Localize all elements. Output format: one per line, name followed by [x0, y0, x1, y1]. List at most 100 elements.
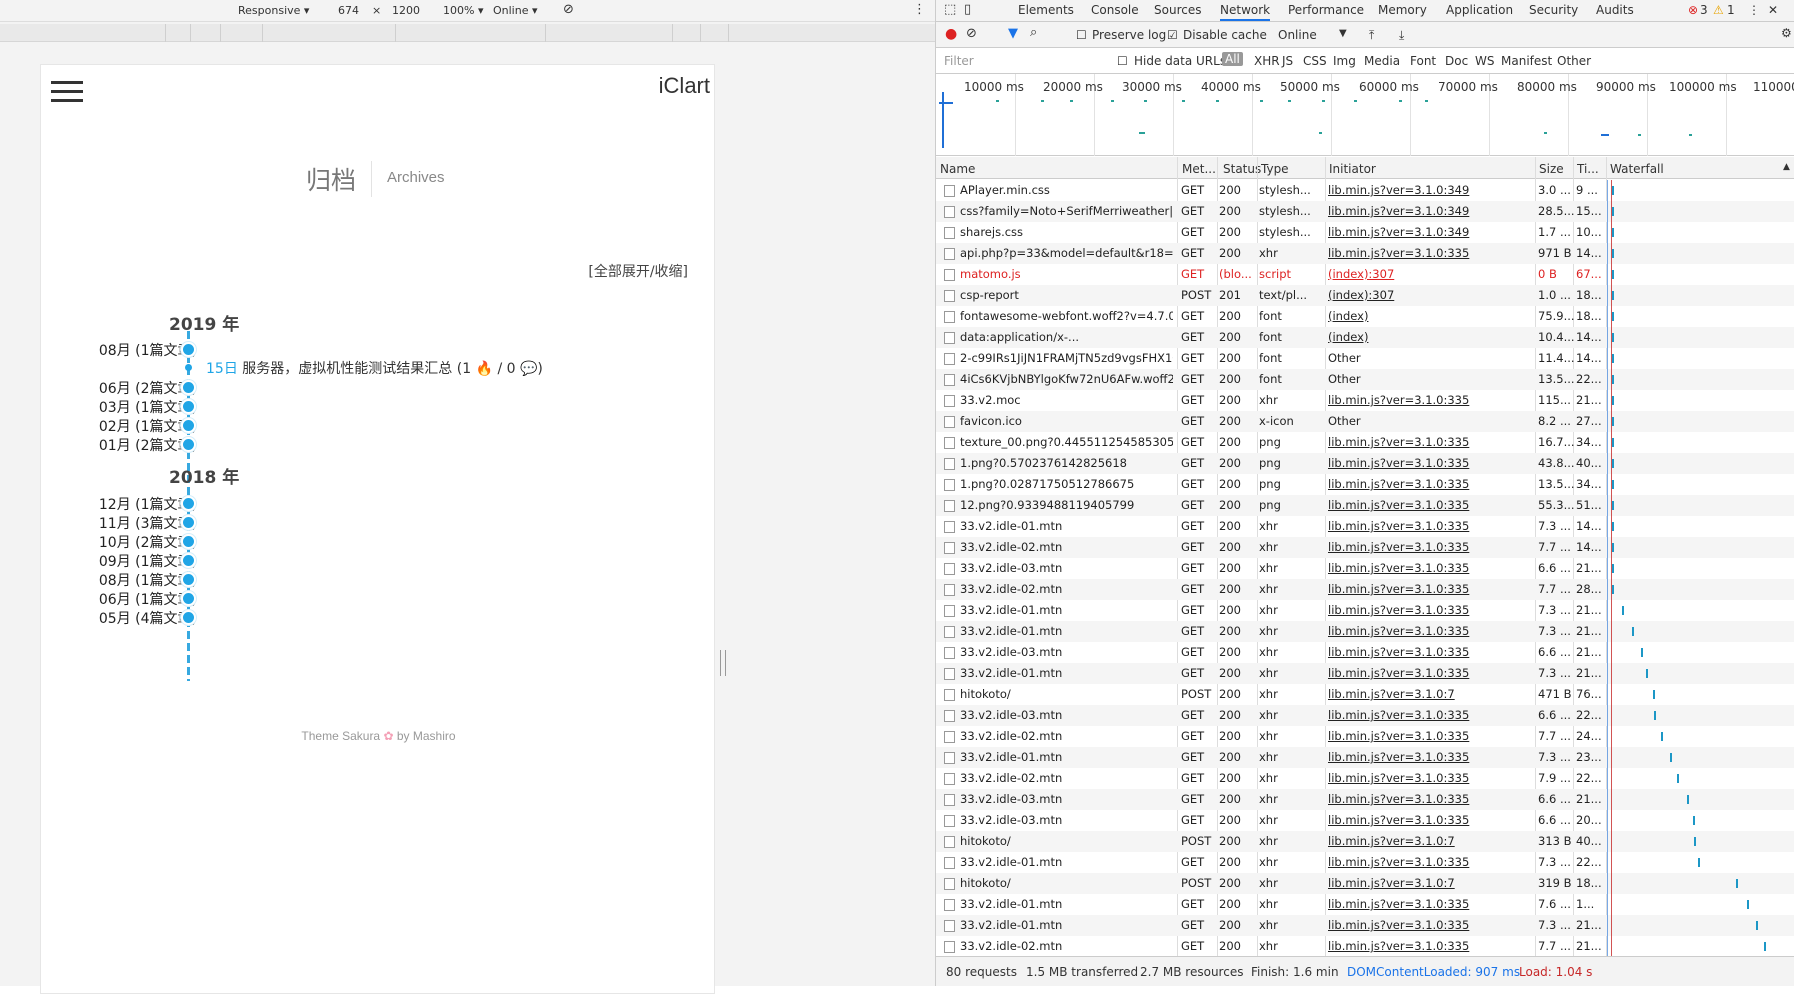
request-initiator[interactable]: lib.min.js?ver=3.1.0:335 — [1328, 561, 1533, 575]
request-initiator[interactable]: lib.min.js?ver=3.1.0:335 — [1328, 603, 1533, 617]
month-item[interactable]: 01月 (2篇文章) — [69, 435, 197, 455]
preserve-log-checkbox[interactable]: ☐ — [1076, 28, 1087, 42]
request-initiator[interactable]: (index) — [1328, 309, 1533, 323]
tab-application[interactable]: Application — [1446, 3, 1513, 17]
request-row[interactable]: 33.v2.idle-02.mtn GET 200 xhr lib.min.js?ver… — [936, 768, 1794, 789]
device-toggle-icon[interactable]: ▯ — [964, 2, 971, 17]
column-status[interactable]: Status — [1223, 162, 1261, 176]
filter-css[interactable]: CSS — [1303, 54, 1327, 68]
month-item[interactable]: 11月 (3篇文章) — [69, 513, 197, 533]
import-har-icon[interactable]: ⤒ — [1369, 28, 1374, 43]
request-initiator[interactable]: (index):307 — [1328, 267, 1533, 281]
request-initiator[interactable]: lib.min.js?ver=3.1.0:335 — [1328, 813, 1533, 827]
request-row[interactable]: 2-c99IRs1JiJN1FRAMjTN5zd9vgsFHX1Q... GET 2… — [936, 348, 1794, 369]
filter-js[interactable]: JS — [1282, 54, 1293, 68]
zoom-select[interactable]: 100% ▾ — [443, 4, 483, 17]
request-row[interactable]: sharejs.css GET 200 stylesh... lib.min.js?ve… — [936, 222, 1794, 243]
request-row[interactable]: 1.png?0.5702376142825618 GET 200 png lib.min… — [936, 453, 1794, 474]
network-throttle-select[interactable]: Online ▾ — [493, 4, 538, 17]
chevron-down-icon[interactable]: ▼ — [1339, 28, 1347, 39]
month-item[interactable]: 05月 (4篇文章) — [69, 608, 197, 628]
request-initiator[interactable]: lib.min.js?ver=3.1.0:335 — [1328, 498, 1533, 512]
expand-collapse-all-button[interactable]: [全部展开/收缩] — [588, 261, 688, 281]
request-initiator[interactable]: lib.min.js?ver=3.1.0:335 — [1328, 771, 1533, 785]
request-initiator[interactable]: lib.min.js?ver=3.1.0:335 — [1328, 519, 1533, 533]
request-initiator[interactable]: lib.min.js?ver=3.1.0:335 — [1328, 729, 1533, 743]
request-list[interactable]: APlayer.min.css GET 200 stylesh... lib.min.j… — [936, 180, 1794, 956]
request-row[interactable]: APlayer.min.css GET 200 stylesh... lib.min.j… — [936, 180, 1794, 201]
disable-cache-checkbox[interactable]: ☑ — [1167, 28, 1178, 42]
hide-data-urls-label[interactable]: Hide data URLs — [1134, 54, 1226, 68]
filter-font[interactable]: Font — [1410, 54, 1436, 68]
column-time[interactable]: Ti... — [1577, 162, 1599, 176]
device-mode-select[interactable]: Responsive ▾ — [238, 4, 309, 17]
request-row[interactable]: texture_00.png?0.4455112545853055 GET 200 p… — [936, 432, 1794, 453]
filter-icon[interactable]: ▼ — [1008, 26, 1018, 41]
post-title[interactable]: 服务器，虚拟机性能测试结果汇总 (1 — [242, 361, 471, 377]
request-row[interactable]: 33.v2.idle-03.mtn GET 200 xhr lib.min.js?ver… — [936, 642, 1794, 663]
filter-all[interactable]: All — [1222, 52, 1243, 66]
footer-author[interactable]: Mashiro — [413, 729, 456, 743]
device-more-icon[interactable]: ⋮ — [913, 2, 926, 17]
month-item[interactable]: 06月 (1篇文章) — [69, 589, 197, 609]
request-row[interactable]: 33.v2.idle-01.mtn GET 200 xhr lib.min.js?ver… — [936, 663, 1794, 684]
inspect-element-icon[interactable]: ⬚ — [944, 2, 956, 17]
filter-xhr[interactable]: XHR — [1254, 54, 1280, 68]
error-icon[interactable]: ⊗ — [1688, 3, 1698, 17]
request-row[interactable]: fontawesome-webfont.woff2?v=4.7.0 GET 200 f… — [936, 306, 1794, 327]
tab-network[interactable]: Network — [1220, 3, 1271, 21]
tab-security[interactable]: Security — [1529, 3, 1578, 17]
tab-performance[interactable]: Performance — [1288, 3, 1364, 17]
post-item[interactable]: 15日 服务器，虚拟机性能测试结果汇总 (1 🔥 / 0 💬) — [206, 358, 543, 378]
tab-elements[interactable]: Elements — [1018, 3, 1074, 17]
footer-theme[interactable]: Theme Sakura — [301, 729, 380, 743]
request-initiator[interactable]: (index) — [1328, 330, 1533, 344]
request-row[interactable]: 1.png?0.02871750512786675 GET 200 png lib.mi… — [936, 474, 1794, 495]
filter-manifest[interactable]: Manifest — [1501, 54, 1552, 68]
request-row[interactable]: 33.v2.idle-01.mtn GET 200 xhr lib.min.js?ver… — [936, 915, 1794, 936]
tab-memory[interactable]: Memory — [1378, 3, 1427, 17]
media-query-ruler[interactable] — [0, 24, 935, 42]
request-row[interactable]: 33.v2.idle-03.mtn GET 200 xhr lib.min.js?ver… — [936, 705, 1794, 726]
request-row[interactable]: 33.v2.idle-01.mtn GET 200 xhr lib.min.js?ver… — [936, 747, 1794, 768]
filter-input[interactable]: Filter — [944, 54, 974, 68]
hide-data-urls-checkbox[interactable]: ☐ — [1117, 54, 1128, 68]
column-name[interactable]: Name — [940, 162, 975, 176]
request-initiator[interactable]: lib.min.js?ver=3.1.0:349 — [1328, 225, 1533, 239]
request-initiator[interactable]: lib.min.js?ver=3.1.0:335 — [1328, 708, 1533, 722]
month-item[interactable]: 03月 (1篇文章) — [69, 397, 197, 417]
request-row[interactable]: matomo.js GET (blo... script (index):307 0 B 6… — [936, 264, 1794, 285]
close-devtools-icon[interactable]: ✕ — [1768, 3, 1778, 17]
menu-icon[interactable] — [51, 81, 83, 103]
request-initiator[interactable]: lib.min.js?ver=3.1.0:335 — [1328, 582, 1533, 596]
request-initiator[interactable]: lib.min.js?ver=3.1.0:335 — [1328, 456, 1533, 470]
request-row[interactable]: csp-report POST 201 text/pl... (index):307 1.… — [936, 285, 1794, 306]
request-row[interactable]: 4iCs6KVjbNBYlgoKfw72nU6AFw.woff2 GET 200 fo… — [936, 369, 1794, 390]
request-row[interactable]: hitokoto/POST 200 xhr lib.min.js?ver=3.1.0:… — [936, 831, 1794, 852]
request-row[interactable]: data:application/x-... GET 200 font (index) 1… — [936, 327, 1794, 348]
request-row[interactable]: 33.v2.idle-03.mtn GET 200 xhr lib.min.js?ver… — [936, 789, 1794, 810]
month-item[interactable]: 08月 (1篇文章) — [69, 570, 197, 590]
filter-ws[interactable]: WS — [1475, 54, 1494, 68]
column-waterfall[interactable]: Waterfall — [1610, 162, 1664, 176]
request-row[interactable]: 33.v2.idle-03.mtn GET 200 xhr lib.min.js?ver… — [936, 558, 1794, 579]
filter-doc[interactable]: Doc — [1445, 54, 1468, 68]
request-initiator[interactable]: lib.min.js?ver=3.1.0:335 — [1328, 624, 1533, 638]
preserve-log-label[interactable]: Preserve log — [1092, 28, 1166, 42]
filter-img[interactable]: Img — [1333, 54, 1356, 68]
rotate-icon[interactable]: ⊘ — [563, 2, 574, 17]
request-initiator[interactable]: lib.min.js?ver=3.1.0:335 — [1328, 246, 1533, 260]
tab-sources[interactable]: Sources — [1154, 3, 1201, 17]
column-size[interactable]: Size — [1539, 162, 1564, 176]
request-row[interactable]: 33.v2.idle-01.mtn GET 200 xhr lib.min.js?ver… — [936, 600, 1794, 621]
viewport-resize-handle[interactable] — [720, 650, 726, 676]
request-row[interactable]: hitokoto/POST 200 xhr lib.min.js?ver=3.1.0:… — [936, 873, 1794, 894]
request-initiator[interactable]: lib.min.js?ver=3.1.0:335 — [1328, 792, 1533, 806]
month-item[interactable]: 08月 (1篇文章) — [69, 340, 197, 360]
error-count[interactable]: 3 — [1700, 3, 1708, 17]
tab-console[interactable]: Console — [1091, 3, 1139, 17]
request-row[interactable]: 33.v2.idle-01.mtn GET 200 xhr lib.min.js?ver… — [936, 894, 1794, 915]
request-initiator[interactable]: lib.min.js?ver=3.1.0:335 — [1328, 645, 1533, 659]
column-initiator[interactable]: Initiator — [1329, 162, 1376, 176]
request-initiator[interactable]: lib.min.js?ver=3.1.0:7 — [1328, 876, 1533, 890]
